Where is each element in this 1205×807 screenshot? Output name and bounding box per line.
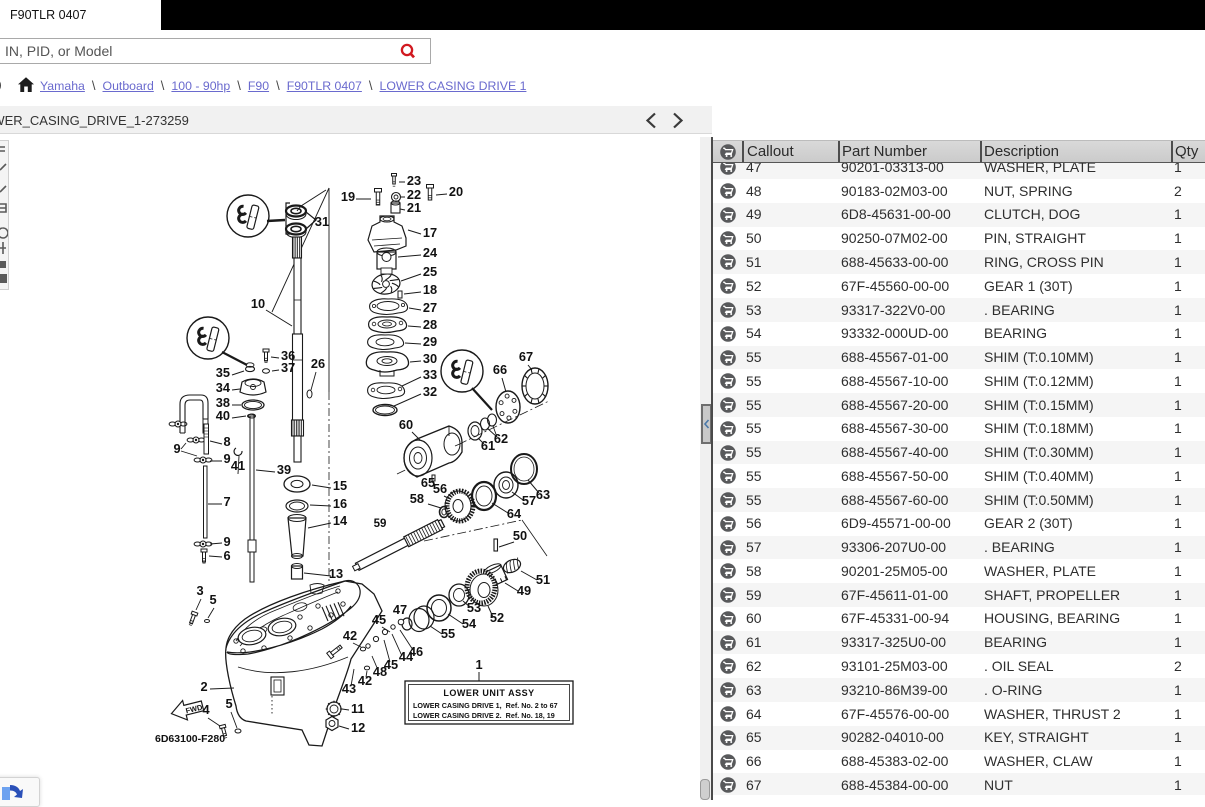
svg-text:8: 8 bbox=[223, 434, 230, 449]
svg-text:11: 11 bbox=[351, 701, 365, 716]
svg-text:26: 26 bbox=[311, 356, 325, 371]
svg-text:7: 7 bbox=[223, 494, 230, 509]
svg-text:5: 5 bbox=[225, 696, 232, 711]
svg-text:18: 18 bbox=[423, 282, 437, 297]
svg-text:45: 45 bbox=[372, 612, 386, 627]
svg-text:32: 32 bbox=[423, 384, 437, 399]
svg-text:44: 44 bbox=[399, 649, 414, 664]
svg-text:33: 33 bbox=[423, 367, 437, 382]
svg-text:LOWER CASING DRIVE 1, Ref. No: LOWER CASING DRIVE 1, Ref. No. 2 to 67 bbox=[413, 701, 558, 710]
svg-text:66: 66 bbox=[493, 362, 507, 377]
svg-text:2: 2 bbox=[200, 679, 207, 694]
svg-text:23: 23 bbox=[407, 173, 421, 188]
svg-text:51: 51 bbox=[536, 572, 550, 587]
svg-text:6: 6 bbox=[223, 548, 230, 563]
svg-text:53: 53 bbox=[467, 600, 481, 615]
svg-text:30: 30 bbox=[423, 351, 437, 366]
svg-text:59: 59 bbox=[374, 518, 387, 530]
svg-text:9: 9 bbox=[223, 451, 230, 466]
svg-text:1: 1 bbox=[475, 657, 482, 672]
svg-text:50: 50 bbox=[513, 528, 527, 543]
svg-text:47: 47 bbox=[393, 602, 407, 617]
svg-text:14: 14 bbox=[333, 513, 348, 528]
svg-text:42: 42 bbox=[358, 673, 372, 688]
svg-text:27: 27 bbox=[423, 300, 437, 315]
svg-text:9: 9 bbox=[173, 441, 180, 456]
svg-text:31: 31 bbox=[315, 214, 329, 229]
svg-text:34: 34 bbox=[216, 380, 231, 395]
svg-text:9: 9 bbox=[223, 534, 230, 549]
svg-text:10: 10 bbox=[251, 296, 265, 311]
svg-text:35: 35 bbox=[216, 365, 230, 380]
svg-text:60: 60 bbox=[399, 417, 413, 432]
svg-text:3: 3 bbox=[196, 583, 203, 598]
svg-text:13: 13 bbox=[329, 566, 343, 581]
svg-text:20: 20 bbox=[449, 184, 463, 199]
svg-text:19: 19 bbox=[341, 189, 355, 204]
svg-text:29: 29 bbox=[423, 334, 437, 349]
svg-text:54: 54 bbox=[462, 616, 477, 631]
svg-text:28: 28 bbox=[423, 317, 437, 332]
svg-text:64: 64 bbox=[507, 506, 522, 521]
svg-text:LOWER UNIT ASSY: LOWER UNIT ASSY bbox=[443, 688, 534, 698]
svg-text:15: 15 bbox=[333, 478, 347, 493]
svg-text:6D63100-F280: 6D63100-F280 bbox=[155, 733, 225, 745]
svg-text:17: 17 bbox=[423, 225, 437, 240]
svg-text:21: 21 bbox=[407, 200, 421, 215]
svg-text:48: 48 bbox=[373, 664, 387, 679]
svg-text:43: 43 bbox=[342, 681, 356, 696]
svg-text:37: 37 bbox=[281, 360, 295, 375]
svg-text:52: 52 bbox=[490, 610, 504, 625]
svg-text:58: 58 bbox=[410, 491, 424, 506]
svg-text:39: 39 bbox=[277, 462, 291, 477]
svg-text:55: 55 bbox=[441, 626, 455, 641]
svg-text:12: 12 bbox=[351, 720, 365, 735]
svg-text:49: 49 bbox=[517, 583, 531, 598]
svg-text:LOWER CASING DRIVE 2. Ref. No: LOWER CASING DRIVE 2. Ref. No. 18, 19 bbox=[413, 711, 555, 720]
svg-text:25: 25 bbox=[423, 264, 437, 279]
svg-text:42: 42 bbox=[343, 628, 357, 643]
svg-text:24: 24 bbox=[423, 245, 438, 260]
svg-text:40: 40 bbox=[216, 408, 230, 423]
svg-text:67: 67 bbox=[519, 349, 533, 364]
svg-text:16: 16 bbox=[333, 496, 347, 511]
svg-text:5: 5 bbox=[209, 592, 216, 607]
svg-text:57: 57 bbox=[522, 493, 536, 508]
svg-text:63: 63 bbox=[536, 487, 550, 502]
svg-text:65: 65 bbox=[421, 475, 435, 490]
